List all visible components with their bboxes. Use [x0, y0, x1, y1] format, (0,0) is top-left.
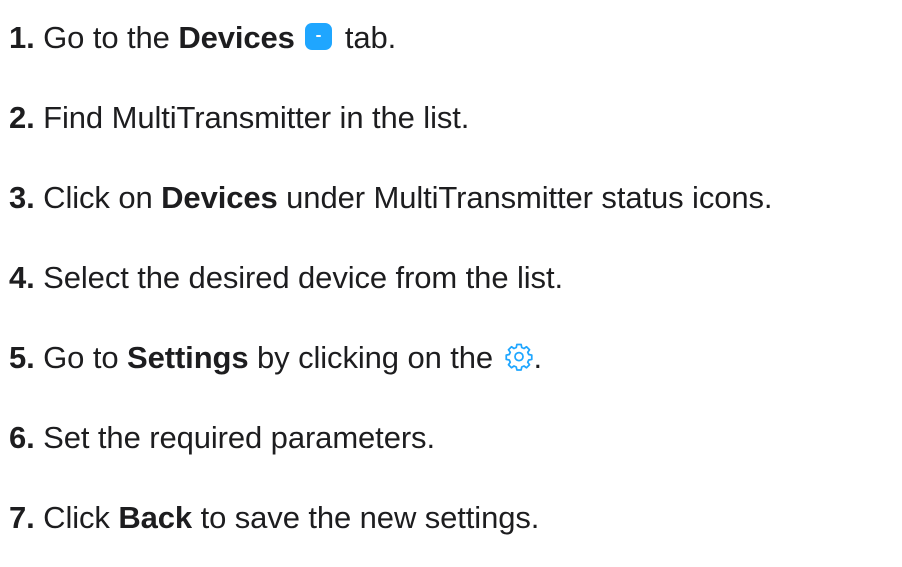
- step-6: 6. Set the required parameters.: [9, 418, 435, 458]
- step-number: 1.: [9, 20, 35, 55]
- step-text: Click: [43, 500, 119, 535]
- step-7: 7. Click Back to save the new settings.: [9, 498, 539, 538]
- step-number: 6.: [9, 420, 35, 455]
- step-number: 4.: [9, 260, 35, 295]
- step-text-mid: by clicking on the: [248, 340, 502, 375]
- step-text: Go to the: [43, 20, 179, 55]
- step-text-end: .: [533, 340, 543, 375]
- step-text-end: to save the new settings.: [192, 500, 540, 535]
- step-text-end: under MultiTransmitter status icons.: [277, 180, 773, 215]
- gear-icon: [504, 343, 533, 371]
- settings-label: Settings: [127, 340, 249, 375]
- step-number: 5.: [9, 340, 35, 375]
- step-text: Set the required parameters.: [43, 420, 435, 455]
- step-number: 2.: [9, 100, 35, 135]
- step-number: 3.: [9, 180, 35, 215]
- step-2: 2. Find MultiTransmitter in the list.: [9, 98, 469, 138]
- back-label: Back: [118, 500, 193, 535]
- step-text: Go to: [43, 340, 128, 375]
- step-1: 1. Go to the Devices tab.: [9, 18, 396, 58]
- step-4: 4. Select the desired device from the li…: [9, 258, 563, 298]
- devices-tab-icon: [305, 23, 333, 50]
- step-number: 7.: [9, 500, 35, 535]
- step-text-end: tab.: [336, 20, 397, 55]
- step-text: Select the desired device from the list.: [43, 260, 563, 295]
- step-text: Click on: [43, 180, 162, 215]
- devices-label: Devices: [178, 20, 295, 55]
- step-text: Find MultiTransmitter in the list.: [43, 100, 470, 135]
- instruction-steps: 1. Go to the Devices tab. 2. Find MultiT…: [0, 0, 902, 567]
- step-5: 5. Go to Settings by clicking on the .: [9, 338, 542, 378]
- step-3: 3. Click on Devices under MultiTransmitt…: [9, 178, 773, 218]
- devices-label: Devices: [161, 180, 278, 215]
